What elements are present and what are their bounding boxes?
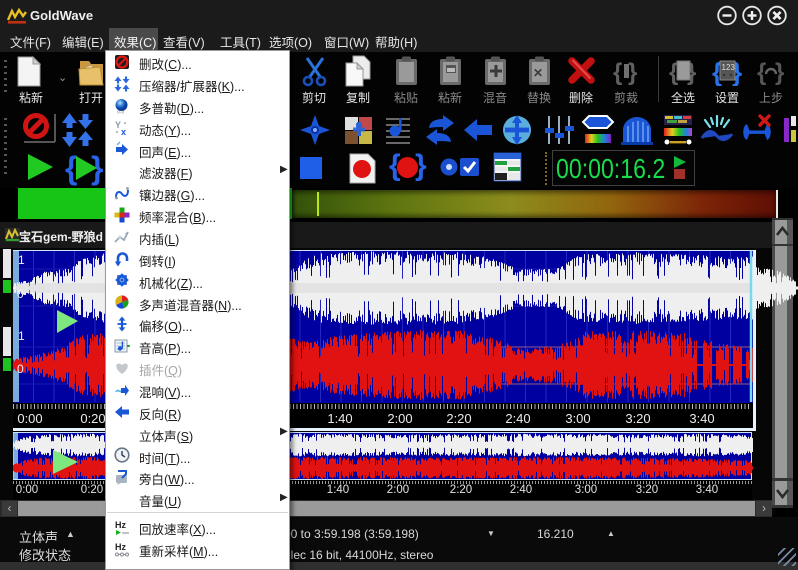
svg-text:1: 1: [18, 253, 25, 267]
svg-text:1: 1: [18, 329, 25, 343]
svg-text:Hz: Hz: [115, 520, 126, 530]
svg-text:0: 0: [17, 362, 24, 376]
svg-text:x: x: [121, 127, 126, 136]
svg-text:0: 0: [17, 287, 24, 301]
svg-text:o-o: o-o: [117, 110, 124, 115]
svg-text:Hz: Hz: [115, 542, 126, 552]
